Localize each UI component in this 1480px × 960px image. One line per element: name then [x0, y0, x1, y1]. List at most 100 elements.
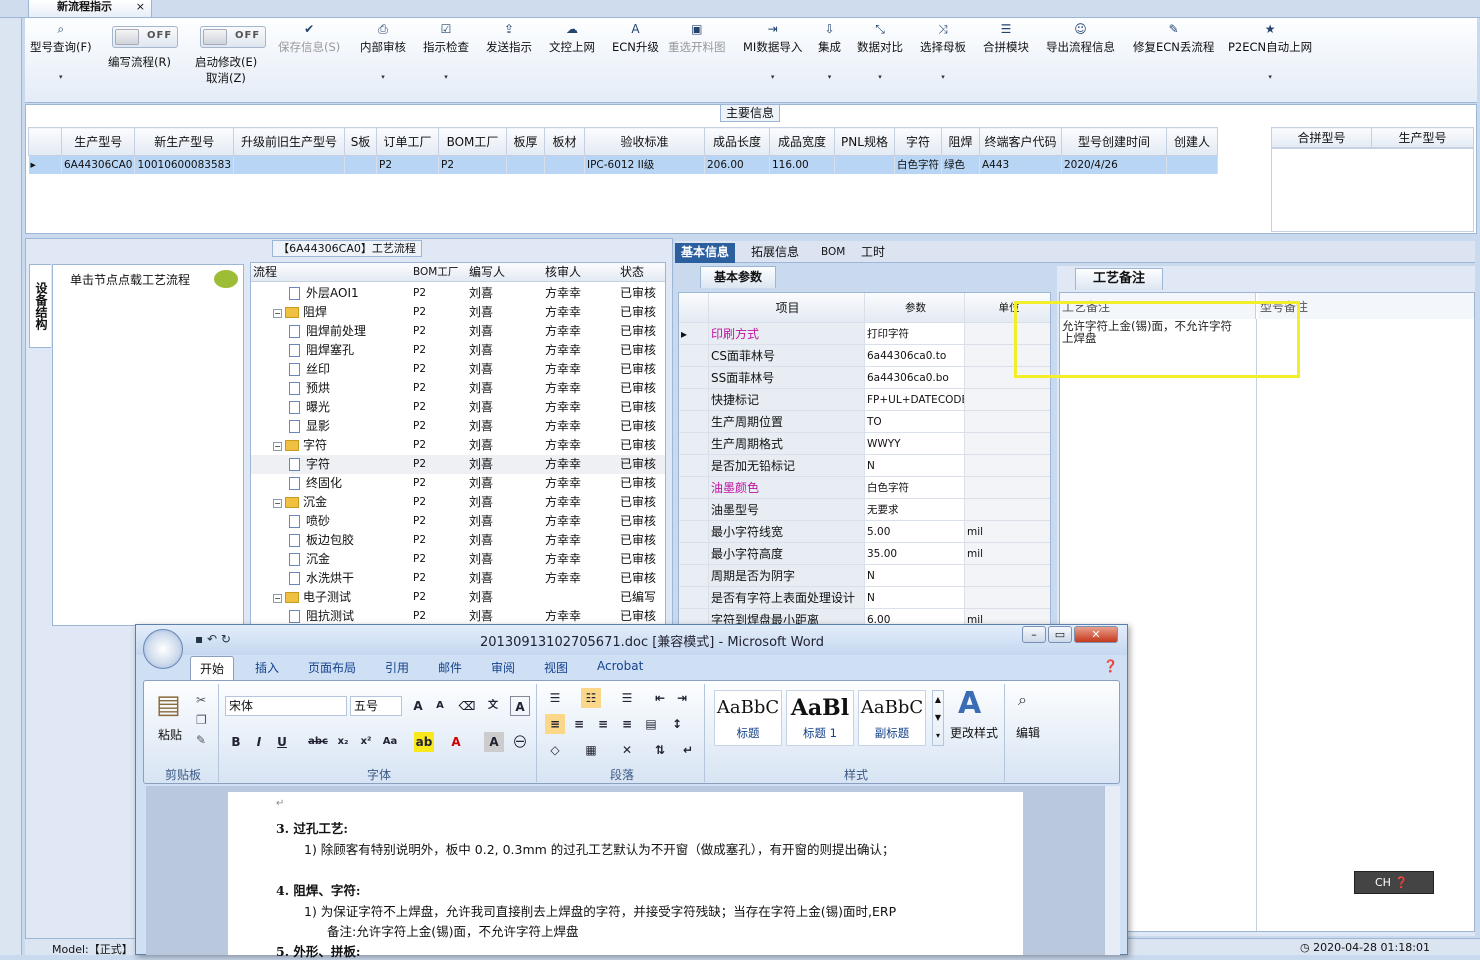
param-value[interactable]: 打印字符: [865, 323, 965, 345]
show-marks-icon[interactable]: ↵: [678, 740, 698, 760]
maximize-button[interactable]: ▭: [1048, 626, 1072, 643]
col-header[interactable]: 项目: [709, 293, 865, 323]
col-header[interactable]: BOM工厂: [438, 127, 507, 156]
param-value[interactable]: WWYY: [865, 433, 965, 455]
send-instruction-button[interactable]: ⇪ 发送指示: [486, 22, 532, 54]
tab-extended-info[interactable]: 拓展信息: [745, 243, 805, 263]
doc-line[interactable]: 备注:允许字符上金(锡)面，不允许字符上焊盘: [327, 921, 578, 940]
param-row[interactable]: ▸ 印刷方式 打印字符: [679, 323, 1050, 345]
bold-icon[interactable]: B: [226, 732, 246, 752]
strikethrough-icon[interactable]: abc: [308, 732, 328, 752]
borders-icon[interactable]: ▦: [581, 740, 601, 760]
styles-scroll[interactable]: ▲ ▼ ▾: [932, 690, 944, 746]
align-center-icon[interactable]: ≡: [569, 714, 589, 734]
tree-row[interactable]: 丝印 P2 刘喜 方幸幸 已审核: [251, 360, 665, 379]
param-value[interactable]: 白色字符: [865, 477, 965, 499]
align-left-icon[interactable]: ≡: [545, 714, 565, 734]
collapse-icon[interactable]: −: [273, 594, 282, 603]
redo-icon[interactable]: ↻: [221, 632, 231, 646]
style-subtitle[interactable]: AaBbC 副标题: [858, 690, 926, 746]
tree-row[interactable]: − 电子测试 P2 刘喜 已编写: [251, 588, 665, 607]
merge-module-button[interactable]: ☰ 合拼模块: [983, 22, 1029, 54]
tab-mailings[interactable]: 邮件: [438, 659, 462, 676]
align-right-icon[interactable]: ≡: [593, 714, 613, 734]
cut-icon[interactable]: ✂: [196, 693, 206, 707]
document-tab[interactable]: 新流程指示 ×: [28, 0, 152, 18]
doc-line[interactable]: 1) 为保证字符不上焊盘，允许我司直接削去上焊盘的字符，并接受字符残缺；当存在字…: [304, 901, 896, 920]
col-header[interactable]: 生产型号: [1371, 127, 1474, 148]
undo-icon[interactable]: ↶: [207, 632, 217, 646]
tab-bom[interactable]: BOM: [815, 243, 851, 263]
param-value[interactable]: N: [865, 565, 965, 587]
bullets-icon[interactable]: ☰: [545, 688, 565, 708]
char-shading-icon[interactable]: A: [484, 732, 504, 752]
tree-node-label[interactable]: 预烘: [289, 379, 330, 398]
start-modify-toggle[interactable]: OFF: [200, 26, 266, 48]
device-structure-tab[interactable]: 设备结构: [29, 264, 51, 348]
col-header[interactable]: 订单工厂: [376, 127, 439, 156]
col-header[interactable]: 成品宽度: [769, 127, 835, 156]
col-header[interactable]: 板厚: [506, 127, 545, 156]
change-style-label[interactable]: 更改样式: [950, 724, 998, 741]
ime-bar[interactable]: CH ❓: [1354, 871, 1434, 894]
save-icon[interactable]: ▪: [195, 632, 203, 646]
tab-review[interactable]: 审阅: [491, 659, 515, 676]
doc-heading-3[interactable]: 3. 过孔工艺:: [276, 818, 348, 837]
numbering-icon[interactable]: ☷: [581, 688, 601, 708]
col-header[interactable]: 生产型号: [60, 127, 136, 156]
chinese-layout-icon[interactable]: ✕: [617, 740, 637, 760]
edit-label[interactable]: 编辑: [1016, 724, 1040, 741]
tree-node-label[interactable]: 丝印: [289, 360, 330, 379]
doc-control-online-button[interactable]: ☁ 文控上网: [549, 22, 595, 54]
help-icon[interactable]: ❓: [1394, 876, 1408, 889]
font-size-field[interactable]: 五号: [350, 696, 402, 716]
tree-node-label[interactable]: 阻焊前处理: [289, 322, 366, 341]
tree-row[interactable]: 阻焊塞孔 P2 刘喜 方幸幸 已审核: [251, 341, 665, 360]
internal-review-button[interactable]: ⎙ 内部审核 ▾: [360, 22, 406, 84]
char-border-icon[interactable]: A: [510, 696, 530, 716]
param-value[interactable]: 35.00: [865, 543, 965, 565]
col-header[interactable]: 验收标准: [584, 127, 705, 156]
tree-row[interactable]: 显影 P2 刘喜 方幸幸 已审核: [251, 417, 665, 436]
col-header[interactable]: 编写人: [469, 263, 505, 282]
param-value[interactable]: 6a44306ca0.bo: [865, 367, 965, 389]
param-value[interactable]: N: [865, 587, 965, 609]
param-row[interactable]: 生产周期格式 WWYY: [679, 433, 1050, 455]
tree-node-label[interactable]: 板边包胶: [289, 531, 354, 550]
doc-heading-4[interactable]: 4. 阻焊、字符:: [276, 880, 361, 899]
tree-node-label[interactable]: − 电子测试: [273, 588, 351, 607]
tree-row[interactable]: 板边包胶 P2 刘喜 方幸幸 已审核: [251, 531, 665, 550]
superscript-icon[interactable]: x²: [356, 732, 376, 752]
tree-node-label[interactable]: 终固化: [289, 474, 342, 493]
col-header[interactable]: 型号创建时间: [1061, 127, 1167, 156]
decrease-indent-icon[interactable]: ⇤: [650, 688, 670, 708]
tree-row[interactable]: 曝光 P2 刘喜 方幸幸 已审核: [251, 398, 665, 417]
tree-row[interactable]: 终固化 P2 刘喜 方幸幸 已审核: [251, 474, 665, 493]
col-header[interactable]: 参数: [865, 293, 965, 323]
tree-node-label[interactable]: 字符: [289, 455, 330, 474]
change-style-icon[interactable]: A: [958, 686, 981, 721]
increase-indent-icon[interactable]: ⇥: [672, 688, 692, 708]
collapse-icon[interactable]: −: [273, 309, 282, 318]
collapse-icon[interactable]: −: [273, 442, 282, 451]
param-value[interactable]: N: [865, 455, 965, 477]
clipboard-tools[interactable]: ✂ ❐ ✎: [196, 690, 207, 750]
highlight-icon[interactable]: ab: [414, 732, 434, 752]
mi-data-import-button[interactable]: ⇥ MI数据导入 ▾: [743, 22, 802, 84]
table-row[interactable]: ▸ 6A44306CA0 10010600083583 P2 P2 IPC-60…: [28, 155, 1218, 174]
col-header[interactable]: 创建人: [1166, 127, 1218, 156]
subscript-icon[interactable]: x₂: [333, 732, 353, 752]
tab-acrobat[interactable]: Acrobat: [597, 659, 643, 673]
tab-home[interactable]: 开始: [190, 656, 235, 680]
tree-row[interactable]: 水洗烘干 P2 刘喜 方幸幸 已审核: [251, 569, 665, 588]
tree-row[interactable]: 喷砂 P2 刘喜 方幸幸 已审核: [251, 512, 665, 531]
font-name-field[interactable]: 宋体: [225, 696, 347, 716]
justify-icon[interactable]: ≡: [617, 714, 637, 734]
tree-row[interactable]: 阻焊前处理 P2 刘喜 方幸幸 已审核: [251, 322, 665, 341]
word-scrollbar[interactable]: [1104, 786, 1120, 955]
quick-access-toolbar[interactable]: ▪ ↶ ↻: [195, 632, 231, 646]
col-header[interactable]: 字符: [894, 127, 942, 156]
paste-icon[interactable]: ▤: [156, 690, 181, 720]
tab-insert[interactable]: 插入: [255, 659, 279, 676]
param-row[interactable]: 油墨型号 无要求: [679, 499, 1050, 521]
